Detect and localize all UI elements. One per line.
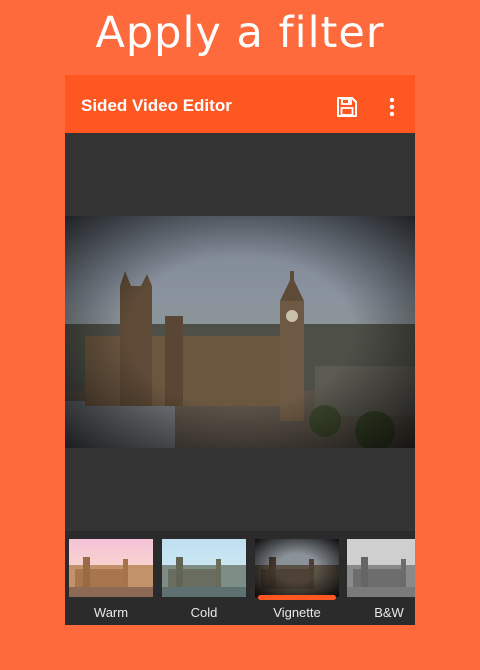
filter-thumb-bw[interactable]: B&W [347, 539, 415, 621]
warm-preview-image [69, 539, 153, 597]
bw-preview-image [347, 539, 415, 597]
filter-strip[interactable]: Warm Cold Vignette B&W [65, 531, 415, 625]
cold-preview-image [162, 539, 246, 597]
filter-label-warm: Warm [93, 605, 129, 620]
headline: Apply a filter [95, 8, 385, 58]
app-title: Sided Video Editor [81, 96, 232, 115]
app-screen: Sided Video Editor Warm Cold Vignette B&… [65, 75, 415, 625]
selected-filter-indicator [258, 595, 336, 600]
more-vert-icon [389, 97, 395, 117]
filter-thumb-vignette[interactable]: Vignette [255, 539, 339, 621]
vignette-preview-image [255, 539, 339, 597]
filter-label-bw: B&W [374, 605, 404, 620]
save-button[interactable] [335, 95, 359, 119]
filter-label-vignette: Vignette [273, 605, 321, 620]
filter-thumb-cold[interactable]: Cold [162, 539, 246, 621]
save-icon [337, 97, 357, 117]
more-options-button[interactable] [386, 97, 398, 117]
filter-label-cold: Cold [190, 605, 218, 620]
preview-image [65, 216, 415, 451]
video-preview[interactable] [65, 216, 415, 451]
app-bar: Sided Video Editor [65, 75, 415, 133]
filter-thumb-warm[interactable]: Warm [69, 539, 153, 621]
